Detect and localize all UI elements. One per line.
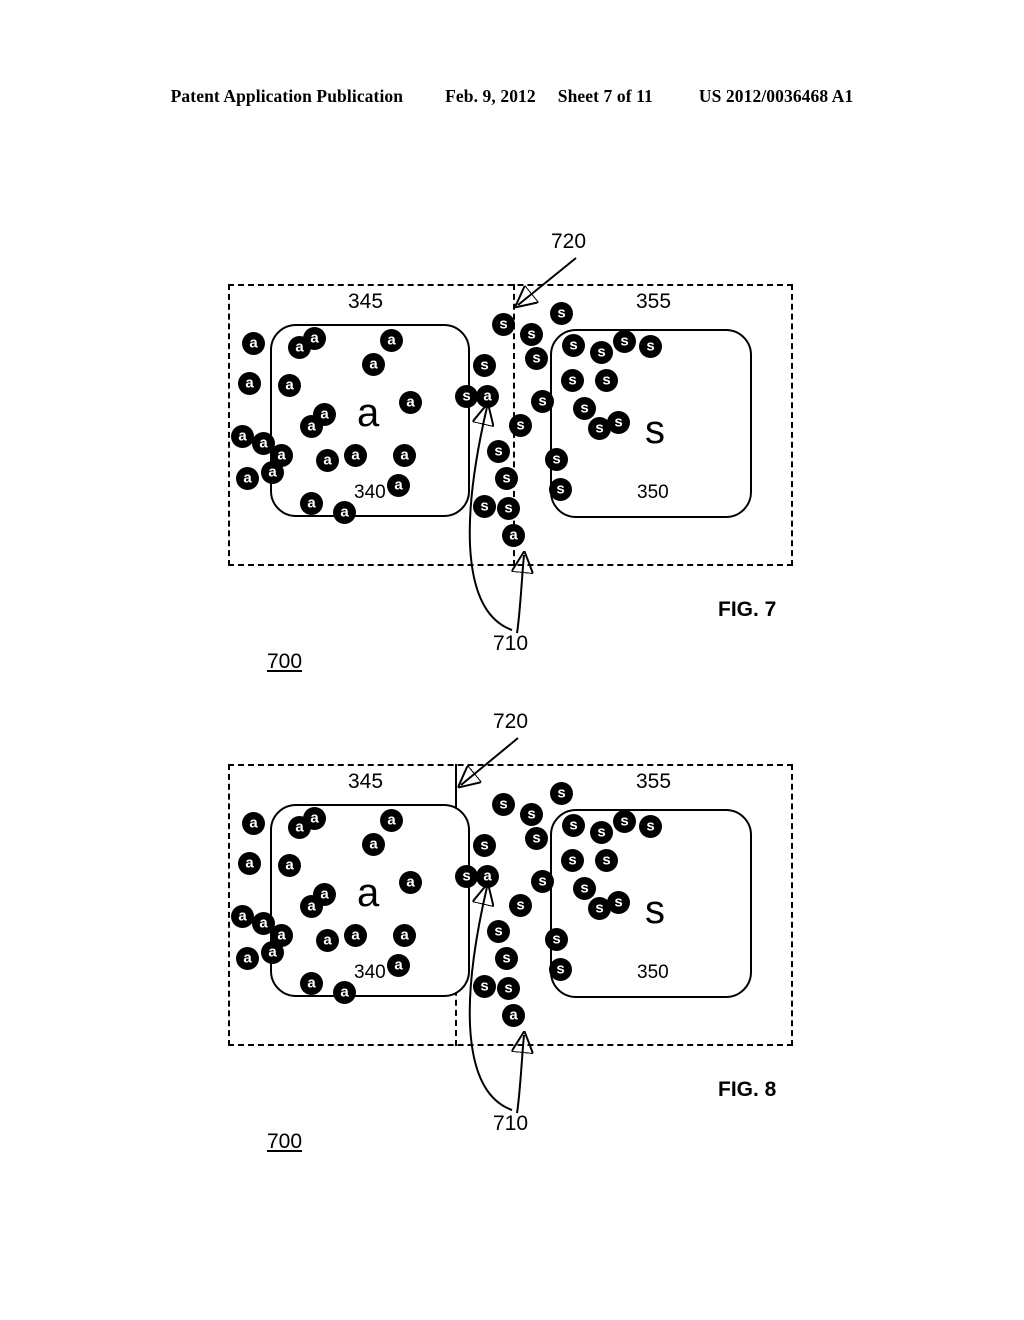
figure-8-id: 700 — [267, 1130, 303, 1153]
figure-8-caption: FIG. 8 — [718, 1078, 777, 1101]
label-710: 710 — [493, 1112, 529, 1135]
leader-lines-710 — [468, 215, 1024, 634]
figure-8: a s 345 355 340 350 720 aaaaaaaaaaaaaaaa… — [0, 695, 1024, 1165]
leader-lines-710 — [468, 695, 1024, 1114]
header-sheet-number: Sheet 7 of 11 — [557, 86, 653, 106]
figure-7-caption: FIG. 7 — [718, 598, 777, 621]
figure-8-canvas: a s 345 355 340 350 720 aaaaaaaaaaaaaaaa… — [0, 695, 1024, 1165]
figure-7: a s 345 355 340 350 720 aaaaaaaaaaaaaaaa… — [0, 215, 1024, 685]
figure-7-id: 700 — [267, 650, 303, 673]
page-header: Patent Application Publication Feb. 9, 2… — [0, 86, 1024, 112]
figure-7-canvas: a s 345 355 340 350 720 aaaaaaaaaaaaaaaa… — [0, 215, 1024, 685]
header-publication-date: Feb. 9, 2012 — [445, 86, 536, 106]
header-publication-title: Patent Application Publication — [170, 86, 404, 106]
header-patent-number: US 2012/0036468 A1 — [698, 86, 854, 106]
label-710: 710 — [493, 632, 529, 655]
